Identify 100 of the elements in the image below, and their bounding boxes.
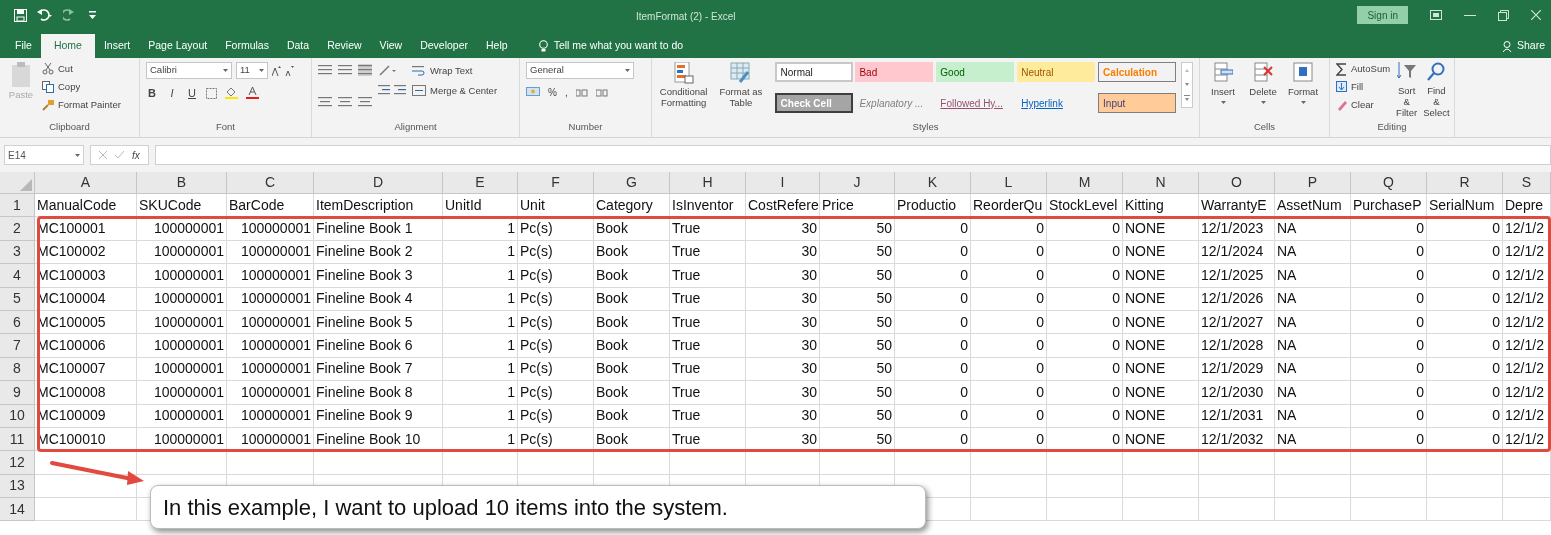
cell-style[interactable]: Hyperlink — [1017, 93, 1096, 114]
alignment-command[interactable]: Merge & Center — [412, 84, 498, 98]
middle-align-icon[interactable] — [338, 64, 352, 76]
fill-color-icon[interactable] — [225, 87, 238, 100]
ribbon-tab[interactable]: Home — [40, 34, 95, 58]
column-header[interactable]: C — [227, 172, 314, 194]
ribbon-tab[interactable]: Help — [477, 34, 517, 58]
column-header[interactable]: D — [314, 172, 443, 194]
column-header[interactable]: M — [1047, 172, 1123, 194]
row-header[interactable]: 10 — [0, 404, 35, 428]
column-header[interactable]: E — [443, 172, 518, 194]
editing-command[interactable]: Clear — [1336, 98, 1391, 112]
ribbon-display-icon[interactable] — [1430, 10, 1442, 20]
column-header[interactable]: L — [971, 172, 1047, 194]
clipboard-command[interactable]: Copy — [42, 80, 121, 94]
cell-style[interactable]: Normal — [774, 62, 853, 82]
font-color-icon[interactable] — [246, 87, 259, 100]
undo-icon[interactable] — [37, 9, 53, 21]
column-header[interactable]: S — [1503, 172, 1551, 194]
font-size-field[interactable]: 11 — [236, 62, 268, 79]
insert-function-button[interactable]: fx — [132, 147, 140, 163]
alignment-command[interactable]: Wrap Text — [412, 64, 498, 78]
row-header[interactable]: 5 — [0, 287, 35, 311]
comma-button[interactable]: , — [564, 85, 568, 100]
cells-command[interactable]: Insert — [1206, 62, 1240, 120]
styles-command[interactable]: Conditional Formatting — [658, 62, 710, 120]
row-header[interactable]: 11 — [0, 427, 35, 452]
row-header[interactable]: 3 — [0, 240, 35, 265]
ribbon-tab[interactable]: Insert — [94, 34, 140, 58]
ribbon-tab[interactable]: File — [6, 34, 41, 58]
row-header[interactable]: 9 — [0, 381, 35, 405]
row-header[interactable]: 13 — [0, 474, 35, 499]
name-box[interactable]: E14 — [4, 145, 84, 165]
ribbon-tab[interactable]: Page Layout — [139, 34, 217, 58]
indent-icon[interactable] — [378, 84, 406, 96]
row-header[interactable]: 7 — [0, 334, 35, 358]
column-header[interactable]: P — [1275, 172, 1351, 194]
row-header[interactable]: 1 — [0, 194, 35, 218]
row-header[interactable]: 12 — [0, 451, 35, 475]
number-format-field[interactable]: General — [526, 62, 634, 79]
customize-toolbar-icon[interactable] — [89, 11, 96, 19]
column-header[interactable]: R — [1427, 172, 1503, 194]
borders-icon[interactable] — [206, 87, 217, 99]
tell-me-field[interactable]: Tell me what you want to do — [553, 38, 774, 54]
editing-button[interactable]: Sort & Filter — [1396, 62, 1418, 120]
restore-icon[interactable] — [1498, 9, 1509, 21]
editing-command[interactable]: AutoSum — [1336, 62, 1391, 76]
styles-command[interactable]: Format as Table — [715, 62, 767, 120]
row-header[interactable]: 2 — [0, 217, 35, 241]
column-header[interactable]: O — [1199, 172, 1275, 194]
column-header[interactable]: Q — [1351, 172, 1427, 194]
increase-decimal-icon[interactable] — [575, 87, 588, 98]
cells-command[interactable]: Format — [1286, 62, 1320, 120]
ribbon-tab[interactable]: View — [370, 34, 412, 58]
clipboard-command[interactable]: Format Painter — [42, 98, 121, 112]
column-header[interactable]: B — [137, 172, 227, 194]
orientation-icon[interactable] — [378, 64, 396, 76]
sign-in-button[interactable]: Sign in — [1357, 6, 1408, 24]
cell-style[interactable]: Good — [936, 62, 1015, 82]
font-name-field[interactable]: Calibri — [146, 62, 232, 79]
share-button[interactable]: Share — [1502, 34, 1545, 58]
column-header[interactable]: A — [35, 172, 137, 194]
align-left-icon[interactable] — [318, 95, 332, 108]
ribbon-tab[interactable]: Data — [277, 34, 319, 58]
bottom-align-icon[interactable] — [358, 64, 372, 76]
cell-style[interactable]: Input — [1098, 93, 1177, 114]
top-align-icon[interactable] — [318, 64, 332, 76]
cell-style[interactable]: Explanatory ... — [855, 93, 934, 114]
cell-style[interactable]: Neutral — [1017, 62, 1096, 82]
ribbon-tab[interactable]: Developer — [411, 34, 477, 58]
format-button[interactable]: U — [186, 85, 198, 102]
save-icon[interactable] — [14, 8, 27, 22]
column-header[interactable]: I — [746, 172, 820, 194]
cells-command[interactable]: Delete — [1246, 62, 1280, 120]
percent-button[interactable]: % — [548, 85, 557, 100]
row-header[interactable]: 4 — [0, 264, 35, 288]
row-header[interactable]: 8 — [0, 357, 35, 382]
ribbon-tab[interactable]: Review — [318, 34, 371, 58]
close-icon[interactable] — [1531, 10, 1541, 20]
row-header[interactable]: 14 — [0, 498, 35, 522]
cell-style[interactable]: Followed Hy... — [936, 93, 1015, 114]
decrease-decimal-icon[interactable] — [595, 87, 608, 98]
editing-command[interactable]: Fill — [1336, 80, 1391, 94]
align-right-icon[interactable] — [358, 95, 372, 108]
ribbon-tab[interactable]: Formulas — [216, 34, 278, 58]
center-icon[interactable] — [338, 95, 352, 108]
format-button[interactable]: B — [146, 85, 158, 102]
editing-button[interactable]: Find & Select — [1423, 62, 1450, 120]
cell-style[interactable]: Bad — [855, 62, 934, 82]
column-header[interactable]: G — [594, 172, 670, 194]
shrink-font-icon[interactable] — [285, 65, 294, 76]
row-header[interactable]: 6 — [0, 310, 35, 335]
column-header[interactable]: H — [670, 172, 746, 194]
grow-font-icon[interactable] — [272, 65, 281, 76]
currency-icon[interactable] — [526, 87, 540, 98]
gallery-scroll[interactable] — [1181, 62, 1193, 108]
format-button[interactable]: I — [166, 85, 178, 102]
clipboard-command[interactable]: Cut — [42, 62, 121, 76]
column-header[interactable]: F — [518, 172, 594, 194]
column-header[interactable]: K — [895, 172, 971, 194]
